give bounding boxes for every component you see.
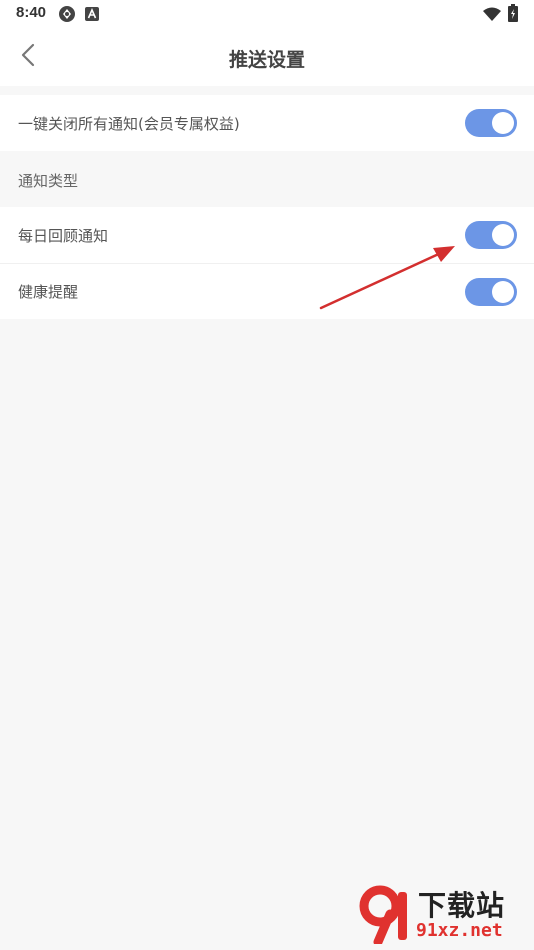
daily-review-label: 每日回顾通知 — [18, 226, 109, 245]
toggle-knob — [492, 281, 514, 303]
all-notifications-toggle[interactable] — [465, 109, 517, 137]
watermark-top-text: 下载站 — [418, 889, 506, 922]
health-reminder-toggle[interactable] — [465, 278, 517, 306]
sync-icon — [58, 5, 76, 27]
watermark-bottom-text: 91xz.net — [416, 920, 503, 941]
watermark-logo-icon — [356, 884, 414, 948]
status-bar: 8:40 — [0, 0, 534, 28]
battery-icon — [508, 4, 518, 26]
header: 推送设置 — [0, 28, 534, 86]
wifi-icon — [483, 6, 501, 25]
daily-review-toggle[interactable] — [465, 221, 517, 249]
watermark: 下载站 91xz.net — [356, 884, 526, 947]
status-time: 8:40 — [16, 4, 47, 21]
annotation-arrow-icon — [319, 246, 455, 310]
toggle-knob — [492, 224, 514, 246]
toggle-knob — [492, 112, 514, 134]
page-title: 推送设置 — [228, 49, 305, 71]
all-notifications-group: 一键关闭所有通知(会员专属权益) — [0, 95, 534, 151]
all-notifications-label: 一键关闭所有通知(会员专属权益) — [18, 114, 240, 133]
section-title: 通知类型 — [18, 172, 79, 190]
all-notifications-row: 一键关闭所有通知(会员专属权益) — [0, 95, 534, 151]
app-notification-icon — [85, 6, 99, 25]
health-reminder-label: 健康提醒 — [18, 283, 79, 301]
